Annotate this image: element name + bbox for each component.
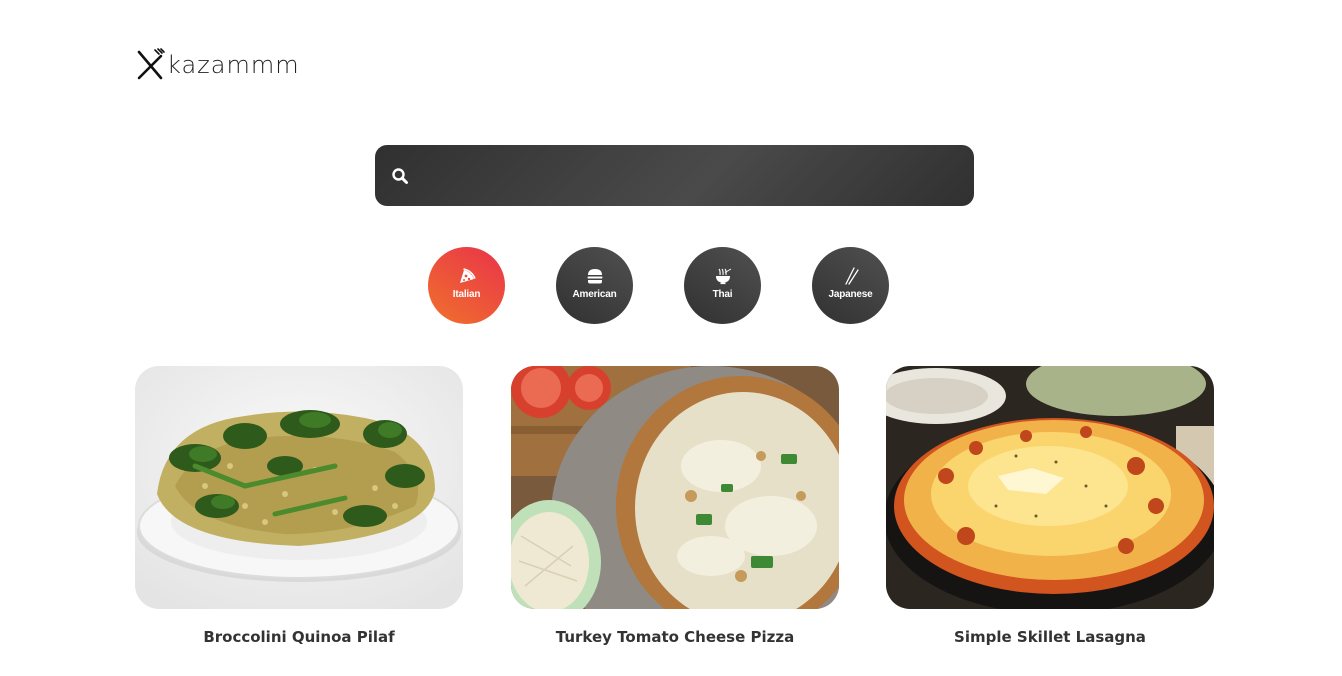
chopsticks-icon bbox=[844, 267, 859, 285]
noodle-bowl-icon bbox=[715, 268, 731, 285]
recipe-image bbox=[511, 366, 839, 609]
category-thai-button[interactable]: Thai bbox=[684, 247, 761, 324]
category-label: Italian bbox=[452, 289, 481, 300]
recipe-image bbox=[135, 366, 463, 609]
page: kazammm Italian American Thai Japanese B… bbox=[0, 0, 1342, 676]
search-bar bbox=[375, 145, 974, 206]
category-label: Thai bbox=[712, 289, 733, 300]
pizza-icon bbox=[459, 268, 476, 283]
fork-knife-icon bbox=[137, 48, 165, 80]
category-american-button[interactable]: American bbox=[556, 247, 633, 324]
recipe-title: Broccolini Quinoa Pilaf bbox=[203, 628, 395, 646]
burger-icon bbox=[587, 269, 602, 284]
category-italian-button[interactable]: Italian bbox=[428, 247, 505, 324]
recipe-title: Turkey Tomato Cheese Pizza bbox=[555, 628, 795, 646]
search-icon[interactable] bbox=[391, 167, 409, 185]
recipe-title: Simple Skillet Lasagna bbox=[954, 628, 1146, 646]
recipe-image bbox=[886, 366, 1214, 609]
category-label: American bbox=[572, 289, 617, 300]
recipe-card[interactable]: Turkey Tomato Cheese Pizza bbox=[511, 366, 839, 646]
recipe-card[interactable]: Simple Skillet Lasagna bbox=[886, 366, 1214, 646]
recipe-card[interactable]: Broccolini Quinoa Pilaf bbox=[135, 366, 463, 646]
category-label: Japanese bbox=[828, 289, 873, 300]
logo-link[interactable]: kazammm bbox=[135, 48, 300, 82]
brand-name: kazammm bbox=[167, 51, 300, 79]
category-japanese-button[interactable]: Japanese bbox=[812, 247, 889, 324]
search-input[interactable] bbox=[409, 145, 974, 206]
